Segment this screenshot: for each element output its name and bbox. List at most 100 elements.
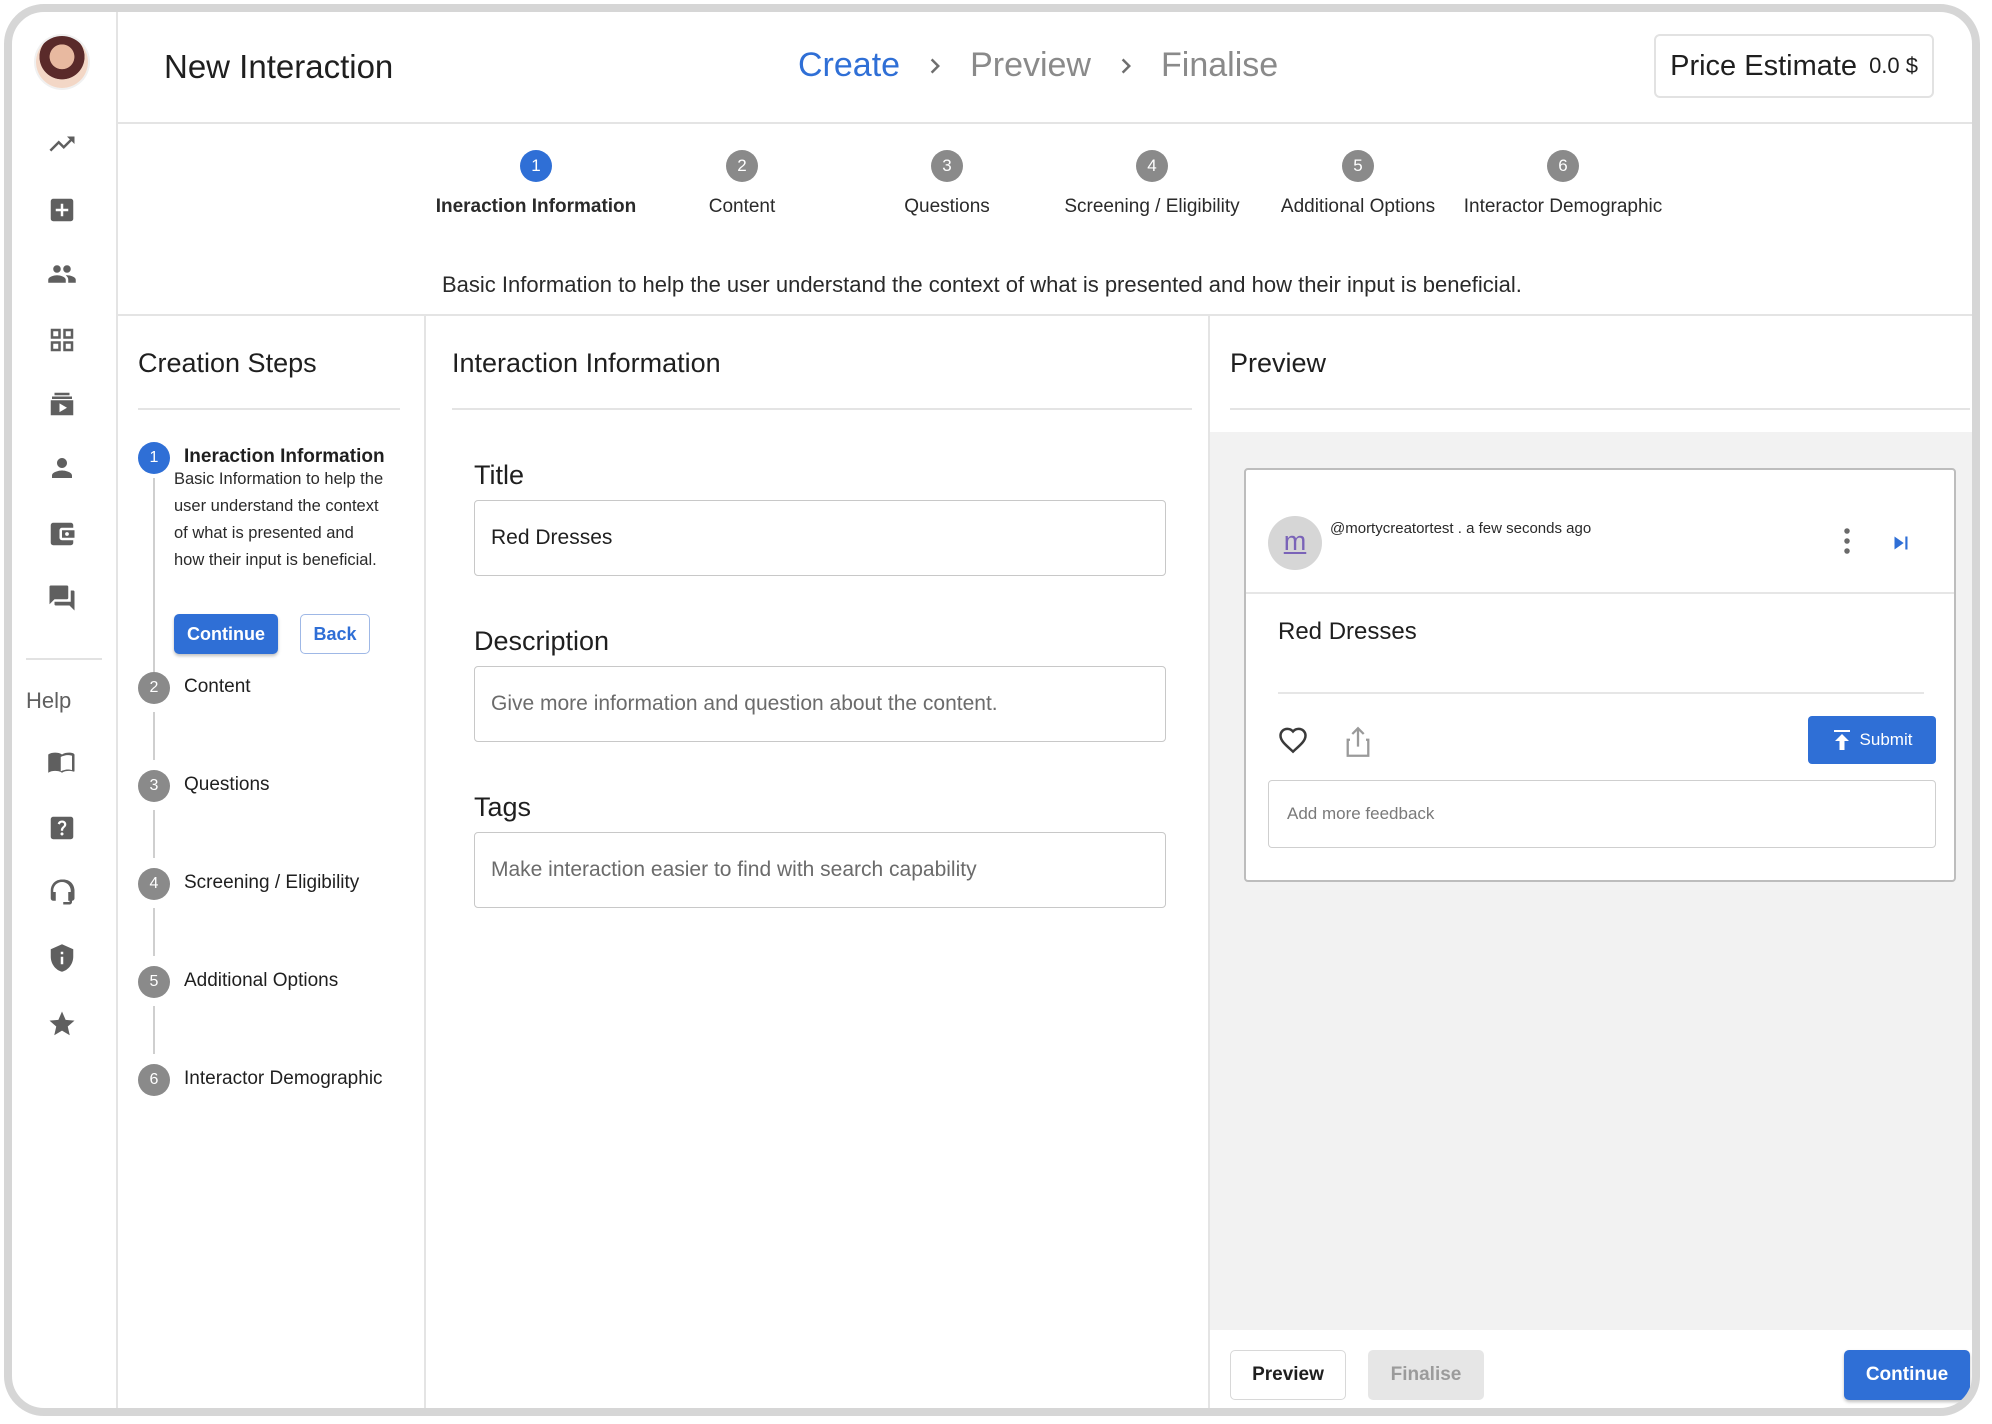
step-3[interactable]: 3 Questions xyxy=(837,150,1057,218)
creator-avatar: m xyxy=(1268,516,1322,570)
crumb-create[interactable]: Create xyxy=(798,46,900,85)
crumb-finalise[interactable]: Finalise xyxy=(1161,46,1278,85)
step-2[interactable]: 2 Content xyxy=(632,150,852,218)
price-label: Price Estimate xyxy=(1670,49,1858,82)
add-box-icon[interactable] xyxy=(44,192,80,228)
step-1[interactable]: 1 Ineraction Information xyxy=(426,150,646,218)
step-number: 4 xyxy=(138,868,170,900)
description-input[interactable]: Give more information and question about… xyxy=(474,666,1166,742)
step-label: Questions xyxy=(904,196,990,217)
step-label: Interactor Demographic xyxy=(1463,196,1663,217)
creation-steps-heading: Creation Steps xyxy=(138,348,317,378)
step-number: 6 xyxy=(138,1064,170,1096)
avatar[interactable] xyxy=(36,36,88,88)
preview-heading: Preview xyxy=(1230,348,1327,378)
person-icon[interactable] xyxy=(44,450,80,486)
divider xyxy=(138,408,400,410)
title-input[interactable]: Red Dresses xyxy=(474,500,1166,576)
step-number: 2 xyxy=(138,672,170,704)
people-icon[interactable] xyxy=(44,256,80,292)
horizontal-stepper: 1 Ineraction Information 2 Content 3 Que… xyxy=(118,124,1972,316)
step-label: Ineraction Information xyxy=(435,196,637,217)
step-connector xyxy=(153,712,155,760)
continue-button[interactable]: Continue xyxy=(1844,1350,1970,1400)
preview-button[interactable]: Preview xyxy=(1230,1350,1346,1400)
step-label: Questions xyxy=(184,774,270,795)
card-meta: @mortycreatortest . a few seconds ago xyxy=(1330,520,1592,537)
form-heading: Interaction Information xyxy=(452,348,721,378)
crumb-preview[interactable]: Preview xyxy=(970,46,1091,85)
price-value: 0.0 $ xyxy=(1869,53,1918,78)
preview-card: m @mortycreatortest . a few seconds ago … xyxy=(1244,468,1956,882)
step-description: Basic Information to help the user under… xyxy=(174,470,384,569)
description-label: Description xyxy=(474,626,610,656)
more-vert-icon[interactable] xyxy=(1838,526,1856,556)
step-label: Content xyxy=(708,196,776,217)
back-step-button[interactable]: Back xyxy=(300,614,370,654)
step-label: Screening / Eligibility xyxy=(184,872,360,893)
divider xyxy=(1246,592,1954,594)
step-number: 3 xyxy=(931,150,963,182)
step-4[interactable]: 4 Screening / Eligibility xyxy=(1042,150,1262,218)
breadcrumb: Create Preview Finalise xyxy=(798,46,1278,85)
preview-area: m @mortycreatortest . a few seconds ago … xyxy=(1210,432,1972,1330)
step-number: 5 xyxy=(138,966,170,998)
grid-icon[interactable] xyxy=(44,322,80,358)
sidebar-rail: Help xyxy=(12,12,118,1408)
trending-up-icon[interactable] xyxy=(44,126,80,162)
preview-panel: Preview m @mortycreatortest . a few seco… xyxy=(1210,316,1972,1408)
submit-button[interactable]: Submit xyxy=(1808,716,1936,764)
step-label: Additional Options xyxy=(184,970,339,991)
card-title: Red Dresses xyxy=(1278,618,1417,645)
title-label: Title xyxy=(474,460,525,490)
step-connector xyxy=(153,810,155,858)
forum-icon[interactable] xyxy=(44,580,80,616)
step-number: 2 xyxy=(726,150,758,182)
step-number: 3 xyxy=(138,770,170,802)
tags-input[interactable]: Make interaction easier to find with sea… xyxy=(474,832,1166,908)
chevron-right-icon xyxy=(920,51,950,81)
chevron-right-icon xyxy=(1111,51,1141,81)
heart-icon[interactable] xyxy=(1278,726,1308,756)
rail-divider xyxy=(26,658,102,660)
step-number: 4 xyxy=(1136,150,1168,182)
divider xyxy=(452,408,1192,410)
skip-next-icon[interactable] xyxy=(1888,530,1914,556)
video-library-icon[interactable] xyxy=(44,386,80,422)
menu-book-icon[interactable] xyxy=(44,744,80,780)
step-label: Screening / Eligibility xyxy=(1064,196,1240,217)
step-number: 5 xyxy=(1342,150,1374,182)
step-5[interactable]: 5 Additional Options xyxy=(1248,150,1468,218)
submit-label: Submit xyxy=(1859,730,1913,749)
finalise-button[interactable]: Finalise xyxy=(1368,1350,1484,1400)
wallet-icon[interactable] xyxy=(44,516,80,552)
step-label: Interactor Demographic xyxy=(184,1068,383,1089)
step-connector xyxy=(153,1006,155,1054)
step-label: Ineraction Information xyxy=(184,446,385,467)
step-label: Content xyxy=(184,676,251,697)
continue-step-button[interactable]: Continue xyxy=(174,614,278,654)
creation-steps-panel: Creation Steps 1 Ineraction Information … xyxy=(118,316,426,1408)
feedback-input[interactable]: Add more feedback xyxy=(1268,780,1936,848)
support-agent-icon[interactable] xyxy=(44,874,80,910)
step-6[interactable]: 6 Interactor Demographic xyxy=(1453,150,1673,218)
star-icon[interactable] xyxy=(44,1006,80,1042)
divider xyxy=(1230,408,1970,410)
step-connector xyxy=(153,478,155,680)
help-label: Help xyxy=(26,688,72,713)
step-connector xyxy=(153,908,155,956)
shield-icon[interactable] xyxy=(44,940,80,976)
tags-label: Tags xyxy=(474,792,532,822)
help-icon[interactable] xyxy=(44,810,80,846)
step-label: Additional Options xyxy=(1280,196,1436,217)
divider xyxy=(1278,692,1924,694)
step-number: 6 xyxy=(1547,150,1579,182)
price-estimate: Price Estimate 0.0 $ xyxy=(1654,34,1934,98)
interaction-form-panel: Interaction Information Title Red Dresse… xyxy=(426,316,1210,1408)
app-window: Help New Interaction Create Preview Fina… xyxy=(4,4,1980,1416)
share-icon[interactable] xyxy=(1344,726,1372,758)
page-title: New Interaction xyxy=(164,48,394,85)
upload-icon xyxy=(1833,730,1850,750)
step-description: Basic Information to help the user under… xyxy=(442,272,1522,297)
top-header: New Interaction Create Preview Finalise … xyxy=(118,12,1972,124)
